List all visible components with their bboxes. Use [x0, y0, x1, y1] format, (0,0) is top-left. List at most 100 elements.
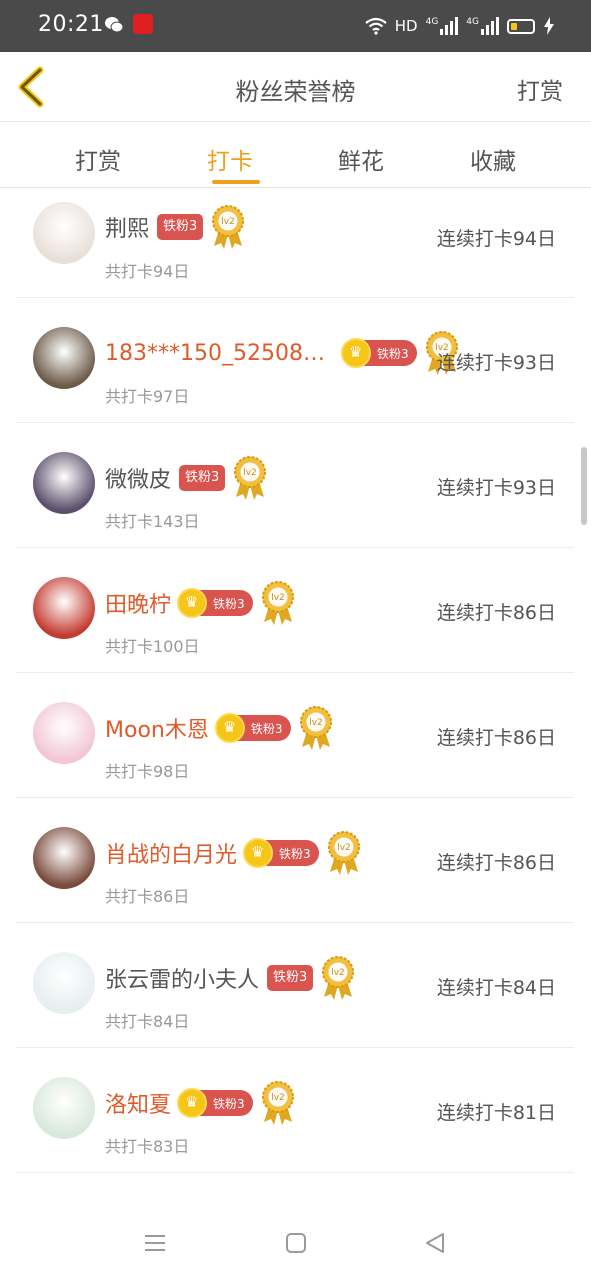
checkin-streak: 连续打卡86日 [436, 602, 556, 624]
avatar[interactable] [33, 202, 95, 264]
fan-name: 肖战的白月光 [105, 843, 238, 868]
fan-name: 张云雷的小夫人 [105, 968, 260, 993]
fan-name-line: 张云雷的小夫人 铁粉3 lv2 [105, 955, 355, 1001]
scrollbar[interactable] [581, 447, 587, 525]
level-label: lv2 [309, 718, 323, 728]
fan-badge-label: 铁粉3 [279, 846, 311, 861]
fan-name: 微微皮 [105, 468, 172, 493]
crown-fan-badge: 铁粉3 [243, 838, 319, 868]
system-nav-bar [0, 1204, 591, 1280]
wechat-icon [105, 17, 124, 33]
level-label: lv2 [244, 468, 258, 478]
tab-checkin-label: 打卡 [207, 149, 253, 175]
fan-badge-label: 铁粉3 [213, 1096, 245, 1111]
active-tab-underline [212, 180, 260, 184]
home-icon[interactable] [283, 1232, 309, 1254]
signal-1-icon: 4G [426, 17, 459, 35]
fan-name-line: 田晚柠 铁粉3 lv2 [105, 580, 295, 626]
avatar[interactable] [33, 452, 95, 514]
total-checkins: 共打卡83日 [105, 1137, 190, 1156]
avatar[interactable] [33, 702, 95, 764]
fan-name-line: 肖战的白月光 铁粉3 lv2 [105, 830, 361, 876]
level-medal-icon: lv2 [322, 956, 355, 1000]
level-label: lv2 [337, 843, 351, 853]
fan-name-line: 微微皮 铁粉3 lv2 [105, 455, 267, 501]
crown-icon [243, 838, 274, 868]
fan-name-line: 183***150_525085... 铁粉3lv2 [105, 330, 459, 376]
fan-name: 田晚柠 [105, 593, 172, 618]
level-label: lv2 [222, 217, 236, 227]
charging-icon [544, 17, 554, 35]
crown-icon [341, 338, 371, 368]
tab-flowers[interactable]: 鲜花 [316, 142, 406, 176]
fan-row[interactable]: 田晚柠 铁粉3 lv2 共打卡100日 连续打卡86日 [16, 548, 574, 673]
level-medal-icon: lv2 [299, 706, 332, 750]
tab-bar: 打赏 打卡 鲜花 收藏 [0, 122, 591, 188]
level-medal-icon: lv2 [327, 831, 360, 875]
tab-checkin[interactable]: 打卡 [185, 142, 275, 184]
checkin-streak: 连续打卡81日 [436, 1102, 556, 1124]
signal-2-icon: 4G [466, 17, 499, 35]
total-checkins: 共打卡97日 [105, 387, 190, 406]
level-medal-icon: lv2 [261, 581, 294, 625]
crown-icon [177, 1088, 208, 1118]
fan-name-line: 荆熙 铁粉3 lv2 [105, 204, 245, 250]
fan-name: Moon木恩 [105, 718, 209, 743]
total-checkins: 共打卡94日 [105, 262, 190, 281]
level-label: lv2 [332, 968, 346, 978]
fan-name: 洛知夏 [105, 1093, 172, 1118]
fan-name-line: 洛知夏 铁粉3 lv2 [105, 1080, 295, 1126]
wifi-icon [365, 17, 387, 35]
reward-button[interactable]: 打赏 [517, 72, 563, 106]
crown-fan-badge: 铁粉3 [177, 1088, 253, 1118]
checkin-streak: 连续打卡94日 [436, 228, 556, 250]
total-checkins: 共打卡86日 [105, 887, 190, 906]
level-label: lv2 [271, 1093, 285, 1103]
app-notification-icon [133, 14, 153, 34]
avatar[interactable] [33, 952, 95, 1014]
checkin-streak: 连续打卡93日 [436, 477, 556, 499]
tab-favorites[interactable]: 收藏 [448, 142, 538, 176]
level-medal-icon: lv2 [234, 456, 267, 500]
crown-fan-badge: 铁粉3 [214, 713, 291, 743]
page-header: 粉丝荣誉榜 打赏 [0, 52, 591, 122]
crown-icon [214, 713, 245, 743]
total-checkins: 共打卡100日 [105, 637, 200, 656]
fan-name: 荆熙 [105, 217, 150, 242]
fan-row[interactable]: 183***150_525085... 铁粉3lv2 共打卡97日 连续打卡93… [16, 298, 574, 423]
status-bar: 20:21 HD 4G 4G [0, 0, 591, 52]
crown-fan-badge: 铁粉3 [341, 338, 417, 368]
fan-row[interactable]: 洛知夏 铁粉3 lv2 共打卡83日 连续打卡81日 [16, 1048, 574, 1173]
fan-badge: 铁粉3 [157, 214, 204, 240]
checkin-streak: 连续打卡86日 [436, 852, 556, 874]
fan-badge-label: 铁粉3 [377, 346, 409, 361]
fan-name-line: Moon木恩 铁粉3 lv2 [105, 705, 333, 751]
menu-icon[interactable] [142, 1232, 168, 1254]
fan-ranking-list[interactable]: 荆熙 铁粉3 lv2 共打卡94日 连续打卡94日 183***150_52508… [16, 188, 574, 1204]
total-checkins: 共打卡143日 [105, 512, 200, 531]
level-medal-icon: lv2 [261, 1081, 294, 1125]
fan-badge: 铁粉3 [179, 465, 226, 491]
battery-icon [507, 18, 535, 34]
fan-row[interactable]: Moon木恩 铁粉3 lv2 共打卡98日 连续打卡86日 [16, 673, 574, 798]
fan-row[interactable]: 张云雷的小夫人 铁粉3 lv2 共打卡84日 连续打卡84日 [16, 923, 574, 1048]
avatar[interactable] [33, 1077, 95, 1139]
level-medal-icon: lv2 [212, 205, 245, 249]
fan-name: 183***150_525085... [105, 340, 335, 366]
status-time: 20:21 [38, 12, 104, 37]
tab-reward[interactable]: 打赏 [53, 142, 143, 176]
checkin-streak: 连续打卡84日 [436, 977, 556, 999]
fan-row[interactable]: 肖战的白月光 铁粉3 lv2 共打卡86日 连续打卡86日 [16, 798, 574, 923]
fan-row[interactable]: 微微皮 铁粉3 lv2 共打卡143日 连续打卡93日 [16, 423, 574, 548]
fan-badge-label: 铁粉3 [250, 721, 283, 736]
avatar[interactable] [33, 577, 95, 639]
crown-fan-badge: 铁粉3 [177, 588, 253, 618]
hd-indicator: HD [394, 17, 418, 35]
fan-badge-label: 铁粉3 [213, 596, 245, 611]
avatar[interactable] [33, 827, 95, 889]
avatar[interactable] [33, 327, 95, 389]
back-triangle-icon[interactable] [423, 1232, 449, 1254]
fan-row[interactable]: 荆熙 铁粉3 lv2 共打卡94日 连续打卡94日 [16, 188, 574, 298]
fan-badge: 铁粉3 [267, 965, 314, 991]
crown-icon [177, 588, 208, 618]
